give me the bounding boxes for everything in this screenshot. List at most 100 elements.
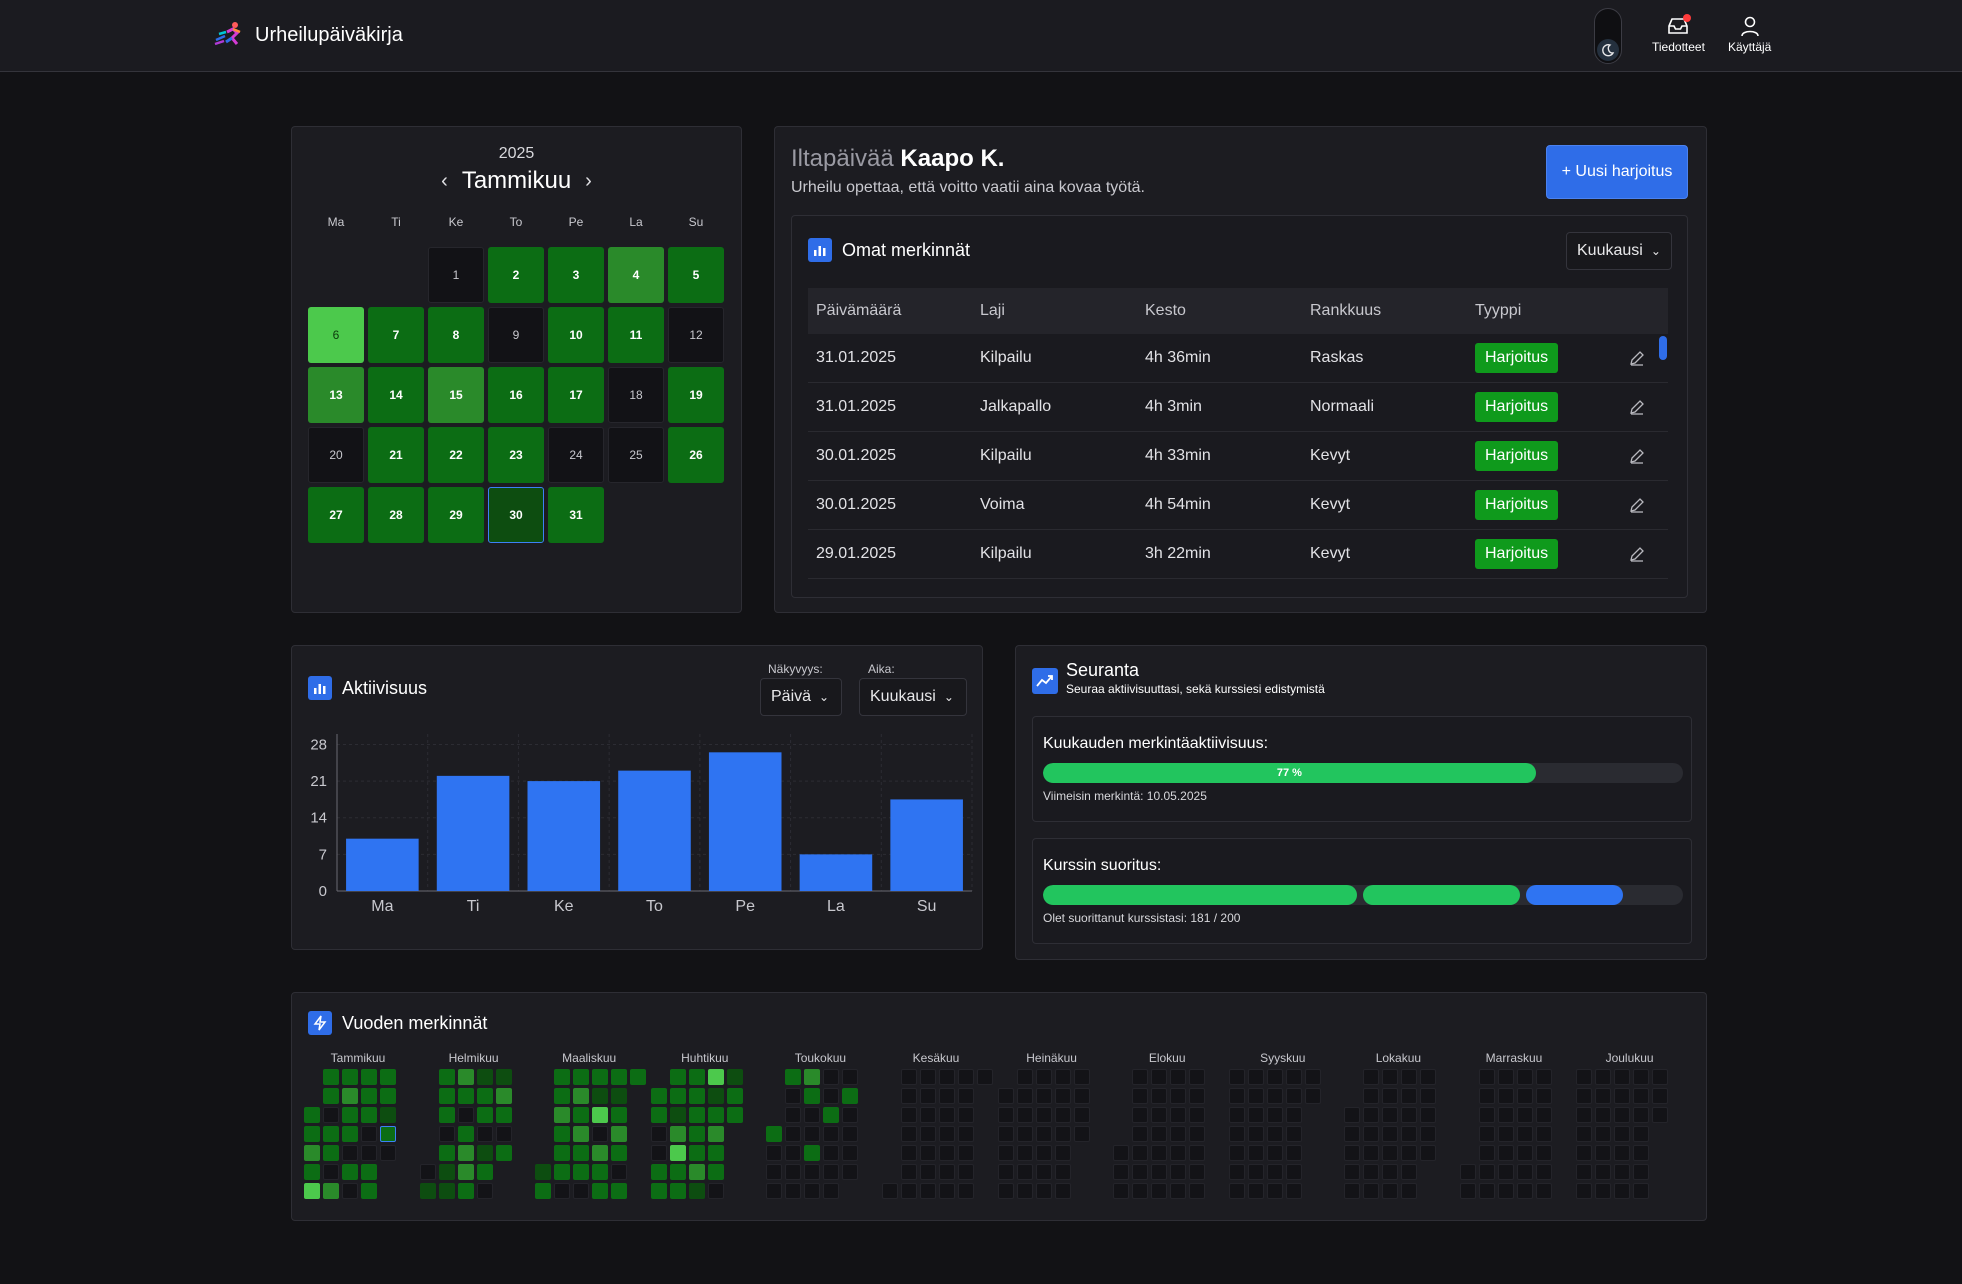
year-day-cell[interactable] <box>1536 1126 1552 1142</box>
year-day-cell[interactable] <box>1517 1088 1533 1104</box>
year-day-cell[interactable] <box>823 1183 840 1199</box>
year-day-cell[interactable] <box>1479 1183 1495 1199</box>
year-day-cell[interactable] <box>1632 1069 1649 1085</box>
year-day-cell[interactable] <box>1479 1145 1495 1161</box>
year-day-cell[interactable] <box>1247 1183 1264 1199</box>
year-day-cell[interactable] <box>1073 1126 1090 1142</box>
year-day-cell[interactable] <box>1363 1088 1380 1104</box>
year-day-cell[interactable] <box>342 1088 358 1104</box>
year-day-cell[interactable] <box>842 1107 859 1123</box>
year-day-cell[interactable] <box>1632 1164 1649 1180</box>
year-day-cell[interactable] <box>1170 1145 1187 1161</box>
entries-period-select[interactable]: Kuukausi ⌄ <box>1566 232 1672 270</box>
year-day-cell[interactable] <box>1170 1069 1187 1085</box>
year-day-cell[interactable] <box>1498 1126 1514 1142</box>
year-day-cell[interactable] <box>1517 1126 1533 1142</box>
year-day-cell[interactable] <box>766 1164 783 1180</box>
year-day-cell[interactable] <box>1132 1107 1149 1123</box>
year-day-cell[interactable] <box>1420 1069 1437 1085</box>
year-day-cell[interactable] <box>650 1126 667 1142</box>
year-day-cell[interactable] <box>1228 1107 1245 1123</box>
year-day-cell[interactable] <box>1285 1164 1302 1180</box>
year-day-cell[interactable] <box>1189 1145 1206 1161</box>
year-day-cell[interactable] <box>1363 1183 1380 1199</box>
year-day-cell[interactable] <box>1613 1088 1630 1104</box>
year-day-cell[interactable] <box>611 1145 628 1161</box>
year-day-cell[interactable] <box>823 1164 840 1180</box>
year-day-cell[interactable] <box>650 1183 667 1199</box>
year-day-cell[interactable] <box>804 1069 821 1085</box>
year-day-cell[interactable] <box>1517 1145 1533 1161</box>
year-day-cell[interactable] <box>1632 1183 1649 1199</box>
year-day-cell[interactable] <box>650 1107 667 1123</box>
year-day-cell[interactable] <box>1575 1088 1592 1104</box>
year-day-cell[interactable] <box>1382 1183 1399 1199</box>
calendar-day[interactable]: 1 <box>428 247 484 303</box>
year-day-cell[interactable] <box>1420 1126 1437 1142</box>
year-day-cell[interactable] <box>554 1164 571 1180</box>
year-day-cell[interactable] <box>1247 1107 1264 1123</box>
year-day-cell[interactable] <box>342 1183 358 1199</box>
year-day-cell[interactable] <box>1285 1145 1302 1161</box>
year-day-cell[interactable] <box>920 1164 936 1180</box>
year-day-cell[interactable] <box>1613 1126 1630 1142</box>
year-day-cell[interactable] <box>1594 1183 1611 1199</box>
year-day-cell[interactable] <box>804 1183 821 1199</box>
year-day-cell[interactable] <box>1035 1088 1052 1104</box>
calendar-day[interactable]: 17 <box>548 367 604 423</box>
year-day-cell[interactable] <box>1054 1145 1071 1161</box>
year-day-cell[interactable] <box>611 1088 628 1104</box>
year-day-cell[interactable] <box>323 1126 339 1142</box>
year-day-cell[interactable] <box>1575 1069 1592 1085</box>
year-day-cell[interactable] <box>476 1126 493 1142</box>
year-day-cell[interactable] <box>1536 1164 1552 1180</box>
year-day-cell[interactable] <box>1170 1088 1187 1104</box>
year-day-cell[interactable] <box>1498 1145 1514 1161</box>
year-day-cell[interactable] <box>1304 1088 1321 1104</box>
year-day-cell[interactable] <box>1536 1069 1552 1085</box>
year-day-cell[interactable] <box>1285 1088 1302 1104</box>
calendar-day[interactable]: 30 <box>488 487 544 543</box>
year-day-cell[interactable] <box>920 1183 936 1199</box>
year-day-cell[interactable] <box>939 1088 955 1104</box>
year-day-cell[interactable] <box>380 1088 396 1104</box>
year-day-cell[interactable] <box>1132 1145 1149 1161</box>
year-day-cell[interactable] <box>1285 1107 1302 1123</box>
year-day-cell[interactable] <box>1594 1145 1611 1161</box>
year-day-cell[interactable] <box>1228 1145 1245 1161</box>
year-day-cell[interactable] <box>323 1088 339 1104</box>
year-day-cell[interactable] <box>1189 1088 1206 1104</box>
year-day-cell[interactable] <box>1189 1069 1206 1085</box>
year-day-cell[interactable] <box>1016 1145 1033 1161</box>
visibility-select[interactable]: Päivä ⌄ <box>760 678 842 716</box>
year-day-cell[interactable] <box>1016 1183 1033 1199</box>
year-day-cell[interactable] <box>842 1145 859 1161</box>
year-day-cell[interactable] <box>1401 1145 1418 1161</box>
year-day-cell[interactable] <box>457 1183 474 1199</box>
year-day-cell[interactable] <box>1247 1126 1264 1142</box>
year-day-cell[interactable] <box>1575 1183 1592 1199</box>
year-day-cell[interactable] <box>1151 1107 1168 1123</box>
year-day-cell[interactable] <box>438 1126 455 1142</box>
year-day-cell[interactable] <box>457 1088 474 1104</box>
calendar-day[interactable]: 29 <box>428 487 484 543</box>
year-day-cell[interactable] <box>592 1069 609 1085</box>
year-day-cell[interactable] <box>901 1088 917 1104</box>
year-day-cell[interactable] <box>997 1183 1014 1199</box>
year-day-cell[interactable] <box>1170 1183 1187 1199</box>
year-day-cell[interactable] <box>920 1107 936 1123</box>
year-day-cell[interactable] <box>1594 1069 1611 1085</box>
year-day-cell[interactable] <box>1401 1107 1418 1123</box>
year-day-cell[interactable] <box>1073 1069 1090 1085</box>
year-day-cell[interactable] <box>1575 1107 1592 1123</box>
year-day-cell[interactable] <box>573 1069 590 1085</box>
calendar-day[interactable]: 6 <box>308 307 364 363</box>
calendar-day[interactable]: 24 <box>548 427 604 483</box>
year-day-cell[interactable] <box>1401 1069 1418 1085</box>
year-day-cell[interactable] <box>920 1145 936 1161</box>
year-day-cell[interactable] <box>1575 1164 1592 1180</box>
year-day-cell[interactable] <box>495 1069 512 1085</box>
table-row[interactable]: 31.01.2025 Kilpailu 4h 36min Raskas Harjoitu… <box>808 334 1668 383</box>
year-day-cell[interactable] <box>804 1088 821 1104</box>
year-day-cell[interactable] <box>1266 1164 1283 1180</box>
